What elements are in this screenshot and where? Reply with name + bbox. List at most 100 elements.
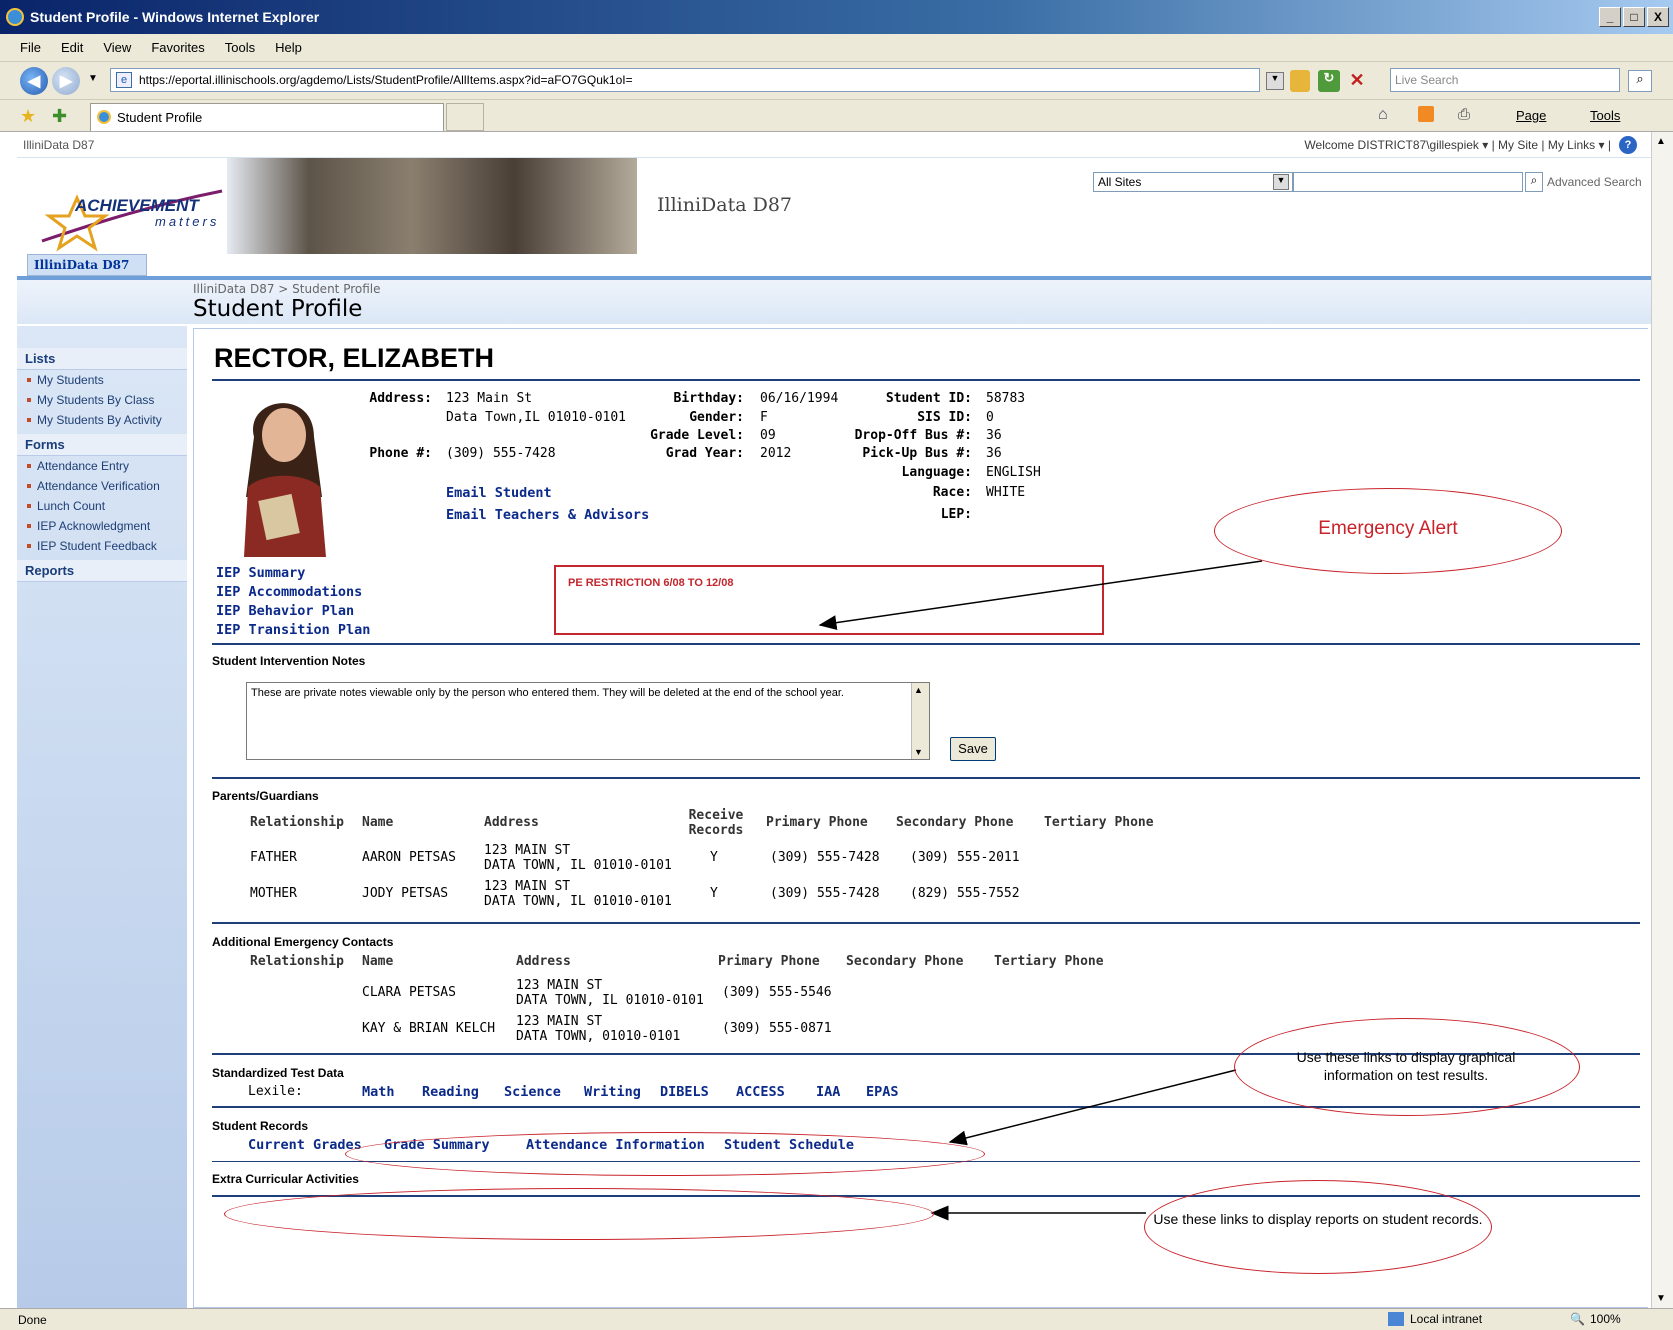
browser-tab[interactable]: Student Profile: [90, 103, 444, 131]
menu-tools[interactable]: Tools: [225, 40, 255, 55]
nav-attendance-verification[interactable]: Attendance Verification: [17, 476, 187, 496]
parent-records: Y: [710, 886, 718, 901]
refresh-icon[interactable]: ↻: [1318, 70, 1340, 92]
logo-text: ACHIEVEMENT: [75, 196, 199, 215]
email-student-link[interactable]: Email Student: [446, 485, 552, 501]
divider: [212, 922, 1640, 924]
menu-view[interactable]: View: [103, 40, 131, 55]
scroll-down-icon[interactable]: ▼: [914, 747, 923, 757]
nav-iep-acknowledgment[interactable]: IEP Acknowledgment: [17, 516, 187, 536]
iep-accommodations-link[interactable]: IEP Accommodations: [216, 584, 362, 600]
site-tab[interactable]: IlliniData D87: [27, 254, 147, 276]
zoom-level[interactable]: 100%: [1590, 1312, 1621, 1326]
sis-id-value: 0: [986, 410, 994, 425]
contacts-col-name: Name: [362, 954, 394, 969]
email-teachers-link[interactable]: Email Teachers & Advisors: [446, 507, 649, 523]
student-name: RECTOR, ELIZABETH: [214, 343, 495, 373]
welcome-menu[interactable]: Welcome DISTRICT87\gillespiek ▾ | My Sit…: [1304, 138, 1611, 152]
page-scroll-up-icon[interactable]: ▲: [1656, 136, 1666, 147]
scope-dropdown-icon[interactable]: ▼: [1273, 174, 1289, 190]
phone-value: (309) 555-7428: [446, 446, 556, 461]
page-title: Student Profile: [193, 296, 363, 322]
iep-behavior-plan-link[interactable]: IEP Behavior Plan: [216, 603, 354, 619]
nav-head-forms[interactable]: Forms: [17, 434, 187, 456]
feeds-icon[interactable]: [1418, 106, 1434, 122]
gradyear-value: 2012: [760, 446, 792, 461]
test-link-science[interactable]: Science: [504, 1084, 561, 1100]
tools-menu[interactable]: Tools: [1590, 108, 1620, 123]
parents-col-name: Name: [362, 815, 394, 830]
page-scroll-down-icon[interactable]: ▼: [1656, 1293, 1666, 1304]
window-title-bar: Student Profile - Windows Internet Explo…: [0, 0, 1673, 34]
forward-icon[interactable]: ▶: [52, 67, 80, 95]
test-link-dibels[interactable]: DIBELS: [660, 1084, 709, 1100]
site-banner: ACHIEVEMENT matters IlliniData D87 All S…: [17, 158, 1651, 278]
url-dropdown-icon[interactable]: ▼: [1266, 72, 1284, 90]
breadcrumb[interactable]: IlliniData D87 > Student Profile: [193, 282, 381, 296]
scroll-up-icon[interactable]: ▲: [914, 685, 923, 695]
nav-my-students[interactable]: My Students: [17, 370, 187, 390]
parent-name: AARON PETSAS: [362, 850, 456, 865]
site-search-input[interactable]: [1293, 172, 1523, 192]
page-menu[interactable]: Page: [1516, 108, 1546, 123]
grade-value: 09: [760, 428, 776, 443]
add-favorites-icon[interactable]: ✚: [52, 106, 67, 127]
advanced-search-link[interactable]: Advanced Search: [1547, 175, 1642, 189]
favorites-star-icon[interactable]: ★: [20, 106, 36, 127]
nav-my-students-by-activity[interactable]: My Students By Activity: [17, 410, 187, 430]
live-search-input[interactable]: Live Search: [1390, 68, 1620, 92]
page-scrollbar[interactable]: ▲ ▼: [1651, 132, 1673, 1308]
menu-help[interactable]: Help: [275, 40, 302, 55]
parent-name: JODY PETSAS: [362, 886, 449, 901]
contacts-heading: Additional Emergency Contacts: [212, 935, 394, 949]
nav-attendance-entry[interactable]: Attendance Entry: [17, 456, 187, 476]
test-link-math[interactable]: Math: [362, 1084, 395, 1100]
menu-file[interactable]: File: [20, 40, 41, 55]
record-link-current-grades[interactable]: Current Grades: [248, 1137, 362, 1153]
parents-col-address: Address: [484, 815, 539, 830]
test-link-reading[interactable]: Reading: [422, 1084, 479, 1100]
menu-edit[interactable]: Edit: [61, 40, 83, 55]
records-heading: Student Records: [212, 1119, 309, 1133]
stop-icon[interactable]: ✕: [1346, 70, 1368, 92]
phone-label: Phone #:: [369, 446, 432, 461]
history-dropdown-icon[interactable]: ▼: [88, 73, 98, 84]
address-bar[interactable]: e https://eportal.illinischools.org/agde…: [110, 68, 1260, 92]
test-link-iaa[interactable]: IAA: [816, 1084, 840, 1100]
save-button[interactable]: Save: [950, 737, 996, 761]
quick-launch: Lists My Students My Students By Class M…: [17, 326, 187, 1308]
test-link-writing[interactable]: Writing: [584, 1084, 641, 1100]
nav-head-lists[interactable]: Lists: [17, 348, 187, 370]
site-name-small[interactable]: IlliniData D87: [23, 138, 94, 152]
student-photo: [214, 387, 354, 557]
iep-transition-plan-link[interactable]: IEP Transition Plan: [216, 622, 370, 638]
close-button[interactable]: X: [1647, 7, 1669, 27]
site-search-icon[interactable]: ⌕: [1525, 172, 1543, 192]
search-scope-select[interactable]: All Sites: [1093, 172, 1293, 192]
notes-scrollbar[interactable]: ▲ ▼: [911, 683, 929, 759]
race-value: WHITE: [986, 485, 1026, 500]
intervention-notes-textarea[interactable]: These are private notes viewable only by…: [246, 682, 930, 760]
emergency-alert-box: PE RESTRICTION 6/08 TO 12/08: [554, 565, 1104, 635]
maximize-button[interactable]: □: [1623, 7, 1645, 27]
minimize-button[interactable]: _: [1599, 7, 1621, 27]
nav-iep-student-feedback[interactable]: IEP Student Feedback: [17, 536, 187, 556]
iep-summary-link[interactable]: IEP Summary: [216, 565, 305, 581]
menu-favorites[interactable]: Favorites: [151, 40, 204, 55]
security-zone[interactable]: Local intranet: [1410, 1312, 1482, 1326]
address-label: Address:: [369, 391, 432, 406]
search-icon[interactable]: ⌕: [1628, 70, 1652, 92]
test-link-epas[interactable]: EPAS: [866, 1084, 899, 1100]
nav-my-students-by-class[interactable]: My Students By Class: [17, 390, 187, 410]
records-callout-text: Use these links to display reports on st…: [1153, 1211, 1483, 1227]
help-icon[interactable]: ?: [1619, 136, 1637, 154]
test-link-access[interactable]: ACCESS: [736, 1084, 785, 1100]
home-icon[interactable]: ⌂: [1378, 106, 1388, 124]
nav-head-reports[interactable]: Reports: [17, 560, 187, 582]
nav-lunch-count[interactable]: Lunch Count: [17, 496, 187, 516]
print-icon[interactable]: ⎙: [1458, 106, 1470, 123]
new-tab-button[interactable]: [446, 103, 484, 131]
lock-icon[interactable]: [1290, 70, 1310, 92]
back-icon[interactable]: ◀: [20, 67, 48, 95]
lexile-label: Lexile:: [248, 1084, 303, 1099]
